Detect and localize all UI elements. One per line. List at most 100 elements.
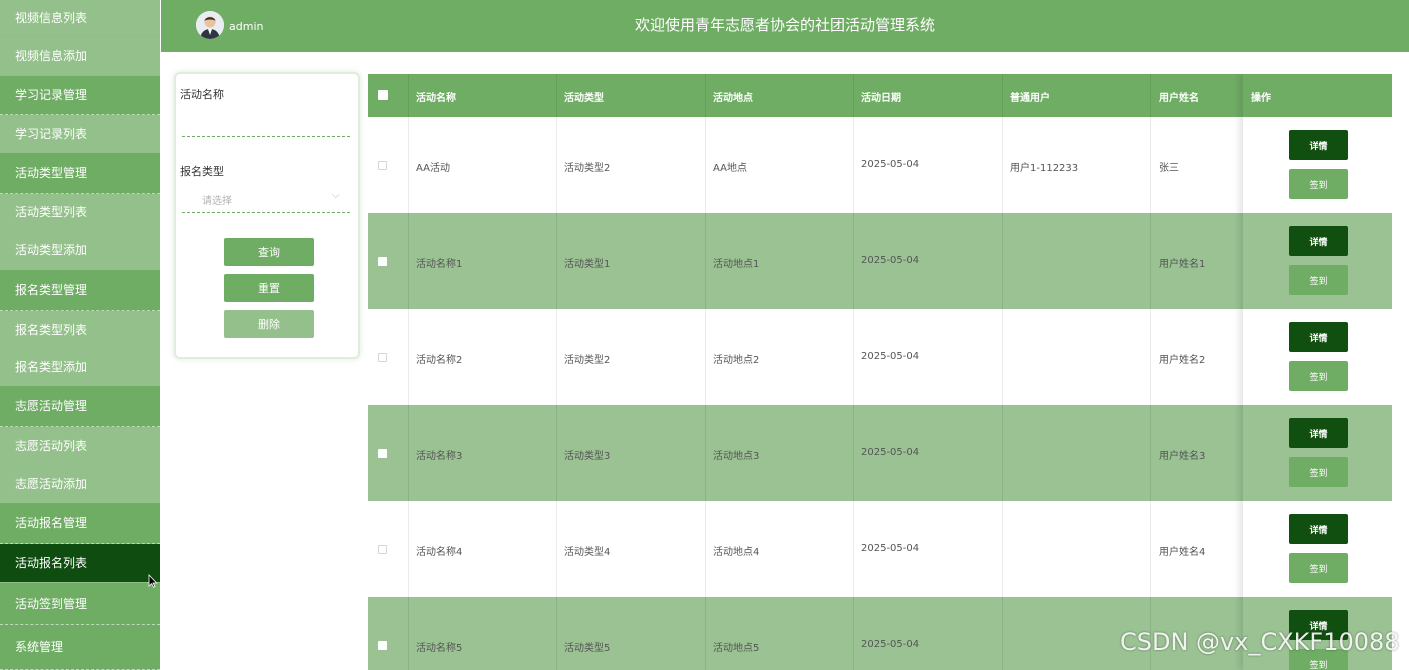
table-cell: 用户姓名3 [1159,451,1206,462]
sidebar-item[interactable]: 报名类型管理 [0,270,160,311]
sidebar-item[interactable]: 视频信息列表 [0,0,160,36]
table-cell: 活动类型2 [564,163,611,174]
table-cell: 2025-05-04 [861,639,920,650]
signup-table: 活动名称 活动类型 活动地点 活动日期 普通用户 用户姓名 操作 AA活动 活动类型2 AA地点… [368,74,1392,670]
column-header: 活动名称 [416,93,456,104]
sidebar-item-label: 学习记录列表 [15,127,88,141]
sidebar-item[interactable]: 活动类型添加 [0,231,160,270]
sidebar-item[interactable]: 志愿活动管理 [0,386,160,427]
table-cell: 2025-05-04 [861,159,920,170]
table-cell: 活动类型4 [564,547,611,558]
sidebar-item-label: 志愿活动管理 [15,399,88,413]
activity-name-label: 活动名称 [180,88,224,101]
column-header: 用户姓名 [1159,93,1199,104]
table-cell: 活动地点4 [713,547,760,558]
sidebar-item[interactable]: 系统管理 [0,625,160,670]
page-title: 欢迎使用青年志愿者协会的社团活动管理系统 [634,16,935,34]
sidebar: 视频信息列表 视频信息添加 学习记录管理 学习记录列表 活动类型管理 活动类型列表 活动类型… [0,0,160,670]
table-row: AA活动 活动类型2 AA地点 2025-05-04 用户1-112233 张三 详情 签到 [368,117,1392,213]
sidebar-item[interactable]: 活动报名管理 [0,503,160,544]
table-cell: 活动地点3 [713,451,760,462]
table-cell: 活动类型2 [564,355,611,366]
reset-button[interactable]: 重置 [224,274,314,302]
sidebar-item-label: 活动报名管理 [15,516,88,530]
select-placeholder: 请选择 [202,196,232,207]
select-all-checkbox[interactable] [378,90,388,100]
sidebar-item[interactable]: 志愿活动添加 [0,465,160,503]
table-cell: 用户姓名4 [1159,547,1206,558]
sidebar-item-label: 报名类型管理 [15,283,88,297]
mouse-cursor-icon [148,573,158,591]
table-header: 活动名称 活动类型 活动地点 活动日期 普通用户 用户姓名 操作 [368,74,1392,117]
top-header: admin 欢迎使用青年志愿者协会的社团活动管理系统 [161,0,1409,52]
table-cell: 活动名称4 [416,547,463,558]
sidebar-item-label: 视频信息列表 [15,11,88,25]
sidebar-item-label: 活动报名列表 [15,556,88,570]
table-cell: 2025-05-04 [861,351,920,362]
table-cell: 用户姓名2 [1159,355,1206,366]
row-checkbox[interactable] [378,449,387,458]
chevron-down-icon: ⌵ [332,190,340,201]
sidebar-item-label: 活动签到管理 [15,597,88,611]
column-header: 普通用户 [1010,93,1050,104]
table-row: 活动名称4 活动类型4 活动地点4 2025-05-04 用户姓名4 详情 签到 [368,501,1392,597]
table-cell: AA活动 [416,163,450,174]
sidebar-item-label: 活动类型列表 [15,205,88,219]
signup-type-select[interactable]: 请选择 ⌵ [182,182,350,212]
table-cell: 2025-05-04 [861,543,920,554]
sidebar-item[interactable]: 报名类型列表 [0,311,160,349]
sidebar-item[interactable]: 学习记录管理 [0,76,160,115]
sidebar-item-label: 视频信息添加 [15,49,88,63]
table-cell: 活动名称3 [416,451,463,462]
sidebar-item-label: 活动类型添加 [15,243,88,257]
activity-name-input[interactable] [182,112,354,138]
sidebar-item-label: 报名类型添加 [15,360,88,374]
table-cell: 活动名称2 [416,355,463,366]
table-cell: 活动地点2 [713,355,760,366]
sidebar-item[interactable]: 报名类型添加 [0,349,160,386]
row-checkbox[interactable] [378,545,387,554]
table-cell: AA地点 [713,163,747,174]
column-divider [556,74,557,670]
sidebar-item[interactable]: 视频信息添加 [0,37,160,75]
table-cell: 活动名称5 [416,643,463,654]
column-divider [853,74,854,670]
row-checkbox[interactable] [378,161,387,170]
sidebar-item-label: 系统管理 [15,640,64,654]
activity-name-underline [182,136,350,137]
action-column-shadow [1243,74,1392,670]
sidebar-item[interactable]: 活动报名列表 [0,544,160,582]
table-cell: 张三 [1159,163,1179,174]
table-cell: 活动名称1 [416,259,463,270]
table-cell: 活动地点5 [713,643,760,654]
delete-button[interactable]: 删除 [224,310,314,338]
watermark: CSDN @vx_CXKF10088 [1120,628,1400,656]
sidebar-item[interactable]: 活动类型管理 [0,153,160,194]
sidebar-item[interactable]: 志愿活动列表 [0,427,160,465]
table-cell: 活动类型5 [564,643,611,654]
sidebar-item-label: 活动类型管理 [15,166,88,180]
row-checkbox[interactable] [378,353,387,362]
table-cell: 活动地点1 [713,259,760,270]
column-header: 活动类型 [564,93,604,104]
table-cell: 2025-05-04 [861,447,920,458]
row-checkbox[interactable] [378,641,387,650]
query-button[interactable]: 查询 [224,238,314,266]
signup-type-label: 报名类型 [180,165,224,178]
table-row: 活动名称3 活动类型3 活动地点3 2025-05-04 用户姓名3 详情 签到 [368,405,1392,501]
table-cell: 用户姓名1 [1159,259,1206,270]
sidebar-item[interactable]: 学习记录列表 [0,115,160,153]
sidebar-item-label: 志愿活动列表 [15,439,88,453]
table-cell: 活动类型3 [564,451,611,462]
sidebar-item-label: 报名类型列表 [15,323,88,337]
column-divider [1002,74,1003,670]
sidebar-item[interactable]: 活动签到管理 [0,583,160,625]
sidebar-item[interactable]: 活动类型列表 [0,194,160,231]
sidebar-item-label: 学习记录管理 [15,88,88,102]
table-row: 活动名称2 活动类型2 活动地点2 2025-05-04 用户姓名2 详情 签到 [368,309,1392,405]
sidebar-item-label: 志愿活动添加 [15,477,88,491]
row-checkbox[interactable] [378,257,387,266]
table-cell: 用户1-112233 [1010,163,1079,174]
table-row: 活动名称1 活动类型1 活动地点1 2025-05-04 用户姓名1 详情 签到 [368,213,1392,309]
table-cell: 活动类型1 [564,259,611,270]
